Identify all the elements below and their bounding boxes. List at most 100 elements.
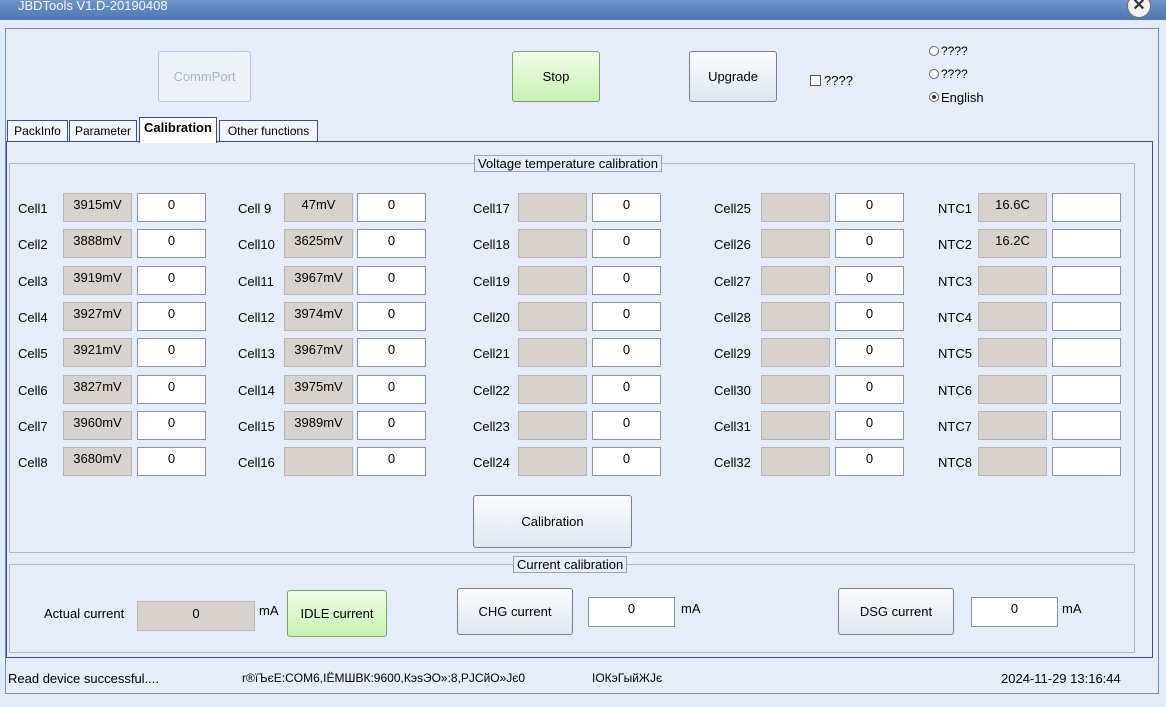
cell-label: Cell13 xyxy=(238,346,275,361)
cell-calibration-input[interactable] xyxy=(1052,193,1121,222)
option-checkbox[interactable] xyxy=(810,75,821,86)
actual-current-label: Actual current xyxy=(44,606,125,621)
tab-packinfo[interactable]: PackInfo xyxy=(7,120,68,142)
cell-calibration-input[interactable]: 0 xyxy=(137,375,206,404)
cell-calibration-input[interactable]: 0 xyxy=(357,338,426,367)
cell-calibration-input[interactable]: 0 xyxy=(357,229,426,258)
cell-label: Cell20 xyxy=(473,310,510,325)
cell-reading: 3975mV xyxy=(284,375,353,404)
cell-reading xyxy=(978,375,1047,404)
commport-button[interactable]: CommPort xyxy=(158,51,251,102)
cell-label: Cell30 xyxy=(714,383,751,398)
cell-label: Cell27 xyxy=(714,274,751,289)
cell-calibration-input[interactable]: 0 xyxy=(137,193,206,222)
language-option-label: ???? xyxy=(941,44,968,58)
cell-label: Cell15 xyxy=(238,419,275,434)
cell-label: Cell16 xyxy=(238,455,275,470)
option-checkbox-label: ???? xyxy=(824,73,853,88)
cell-calibration-input[interactable]: 0 xyxy=(137,411,206,440)
status-state: ІОКэГыйЖЈє xyxy=(592,671,663,685)
cell-calibration-input[interactable] xyxy=(1052,447,1121,476)
cell-reading xyxy=(761,266,830,295)
cell-calibration-input[interactable]: 0 xyxy=(835,193,904,222)
cell-calibration-input[interactable]: 0 xyxy=(592,447,661,476)
cell-reading: 3915mV xyxy=(63,193,132,222)
cell-calibration-input[interactable]: 0 xyxy=(592,266,661,295)
cell-label: Cell7 xyxy=(18,419,48,434)
calibration-button[interactable]: Calibration xyxy=(473,495,632,548)
cell-label: NTC1 xyxy=(938,201,972,216)
cell-label: Cell17 xyxy=(473,201,510,216)
cell-calibration-input[interactable]: 0 xyxy=(835,447,904,476)
cell-label: Cell29 xyxy=(714,346,751,361)
cell-calibration-input[interactable]: 0 xyxy=(592,411,661,440)
cell-label: Cell28 xyxy=(714,310,751,325)
cell-reading: 3919mV xyxy=(63,266,132,295)
cell-calibration-input[interactable]: 0 xyxy=(357,447,426,476)
dsg-current-input[interactable]: 0 xyxy=(971,597,1058,627)
cell-calibration-input[interactable]: 0 xyxy=(137,447,206,476)
unit-label: mA xyxy=(681,601,701,616)
cell-calibration-input[interactable]: 0 xyxy=(835,302,904,331)
language-option-label: ???? xyxy=(941,67,968,81)
cell-label: Cell8 xyxy=(18,455,48,470)
cell-reading: 16.6C xyxy=(978,193,1047,222)
status-datetime: 2024-11-29 13:16:44 xyxy=(1001,671,1121,686)
cell-reading xyxy=(518,266,587,295)
cell-calibration-input[interactable]: 0 xyxy=(592,302,661,331)
chg-current-button[interactable]: CHG current xyxy=(457,588,573,635)
cell-calibration-input[interactable] xyxy=(1052,229,1121,258)
upgrade-button[interactable]: Upgrade xyxy=(689,51,777,102)
cell-calibration-input[interactable]: 0 xyxy=(835,338,904,367)
dsg-current-button[interactable]: DSG current xyxy=(838,588,954,635)
cell-calibration-input[interactable]: 0 xyxy=(137,229,206,258)
cell-calibration-input[interactable]: 0 xyxy=(835,375,904,404)
cell-reading xyxy=(284,447,353,476)
language-radio-2[interactable] xyxy=(929,69,939,79)
idle-current-button[interactable]: IDLE current xyxy=(287,590,387,637)
tab-parameter[interactable]: Parameter xyxy=(69,120,137,142)
cell-label: Cell18 xyxy=(473,237,510,252)
stop-button[interactable]: Stop xyxy=(512,51,600,102)
language-radio-english[interactable] xyxy=(929,92,939,102)
cell-calibration-input[interactable]: 0 xyxy=(592,375,661,404)
cell-calibration-input[interactable] xyxy=(1052,375,1121,404)
cell-calibration-input[interactable] xyxy=(1052,411,1121,440)
cell-calibration-input[interactable]: 0 xyxy=(357,266,426,295)
cell-reading: 3967mV xyxy=(284,266,353,295)
cell-calibration-input[interactable]: 0 xyxy=(137,338,206,367)
cell-reading xyxy=(518,229,587,258)
cell-label: NTC5 xyxy=(938,346,972,361)
cell-label: Cell 9 xyxy=(238,201,272,216)
cell-calibration-input[interactable]: 0 xyxy=(137,302,206,331)
cell-calibration-input[interactable]: 0 xyxy=(835,229,904,258)
cell-calibration-input[interactable] xyxy=(1052,338,1121,367)
language-radio-1[interactable] xyxy=(929,46,939,56)
cell-label: NTC3 xyxy=(938,274,972,289)
cell-calibration-input[interactable]: 0 xyxy=(592,229,661,258)
cell-calibration-input[interactable]: 0 xyxy=(835,411,904,440)
cell-label: Cell6 xyxy=(18,383,48,398)
cell-calibration-input[interactable] xyxy=(1052,266,1121,295)
cell-calibration-input[interactable]: 0 xyxy=(357,193,426,222)
cell-calibration-input[interactable]: 0 xyxy=(592,193,661,222)
cell-reading: 3625mV xyxy=(284,229,353,258)
cell-calibration-input[interactable]: 0 xyxy=(357,411,426,440)
cell-calibration-input[interactable] xyxy=(1052,302,1121,331)
chg-current-input[interactable]: 0 xyxy=(588,597,675,627)
cell-calibration-input[interactable]: 0 xyxy=(835,266,904,295)
cell-reading xyxy=(978,266,1047,295)
cell-reading xyxy=(761,338,830,367)
cell-calibration-input[interactable]: 0 xyxy=(357,302,426,331)
cell-calibration-input[interactable]: 0 xyxy=(137,266,206,295)
cell-reading xyxy=(518,302,587,331)
cell-calibration-input[interactable]: 0 xyxy=(592,338,661,367)
unit-label: mA xyxy=(259,603,279,618)
cell-reading xyxy=(978,338,1047,367)
tab-calibration[interactable]: Calibration xyxy=(139,117,217,143)
tab-other-functions[interactable]: Other functions xyxy=(219,120,318,142)
cell-label: Cell2 xyxy=(18,237,48,252)
cell-reading: 16.2C xyxy=(978,229,1047,258)
cell-label: Cell12 xyxy=(238,310,275,325)
cell-calibration-input[interactable]: 0 xyxy=(357,375,426,404)
